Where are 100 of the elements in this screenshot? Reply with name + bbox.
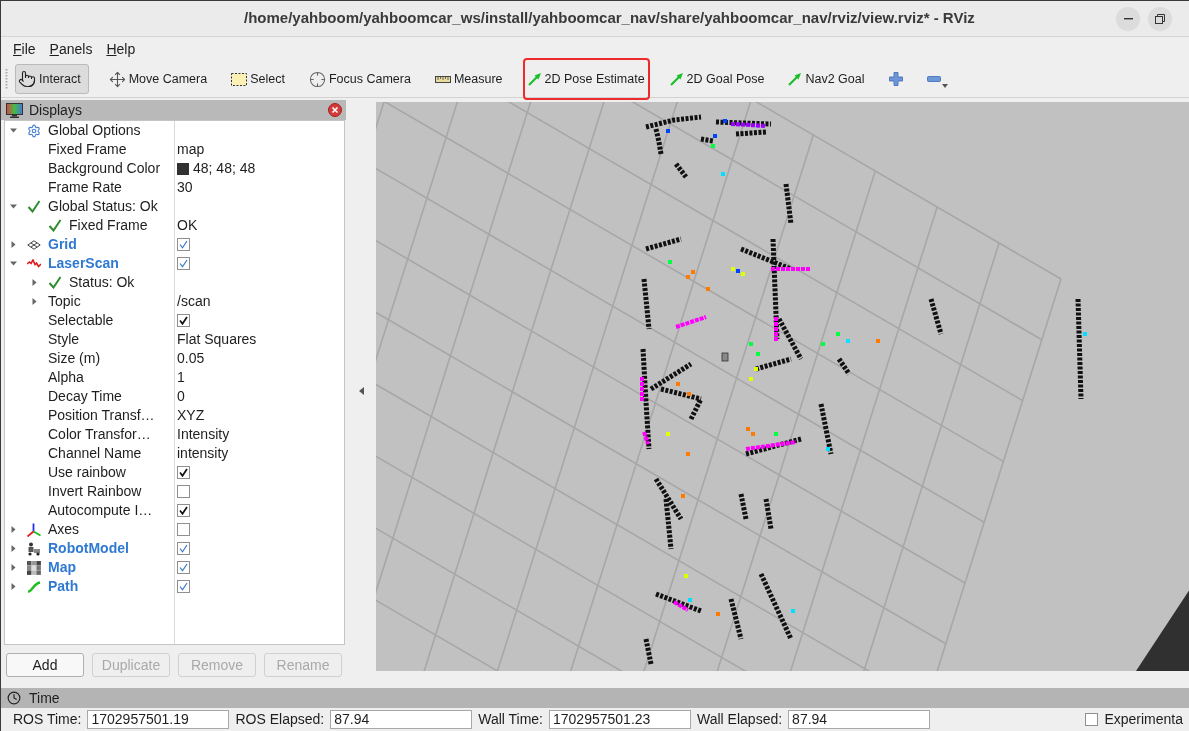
- expand-arrow-icon[interactable]: [9, 526, 17, 533]
- restore-button[interactable]: [1148, 6, 1172, 31]
- property-value: OK: [177, 217, 198, 234]
- panel-title: Time: [29, 688, 60, 708]
- checkbox[interactable]: [177, 561, 190, 574]
- display-name[interactable]: Grid: [48, 236, 77, 253]
- field-label: Wall Elapsed:: [697, 709, 783, 729]
- expand-arrow-icon[interactable]: [9, 127, 17, 134]
- selection-box-icon: [231, 72, 248, 86]
- checkbox[interactable]: [177, 466, 190, 479]
- checkbox[interactable]: [177, 542, 190, 555]
- diagonal-arrow-icon: [669, 72, 684, 86]
- property-name[interactable]: Topic: [48, 293, 81, 310]
- display-name[interactable]: Path: [48, 578, 79, 595]
- diagonal-arrow-icon: [527, 72, 542, 86]
- menu-item[interactable]: Help: [103, 40, 139, 58]
- expand-arrow-icon[interactable]: [9, 583, 17, 590]
- property-name[interactable]: Channel Name: [48, 445, 142, 462]
- property-name[interactable]: Use rainbow: [48, 464, 126, 481]
- checkbox[interactable]: [177, 485, 190, 498]
- expand-arrow-icon[interactable]: [30, 298, 38, 305]
- display-name[interactable]: RobotModel: [48, 540, 129, 557]
- window-title: /home/yahboom/yahboomcar_ws/install/yahboomcar_nav/share/yahboomcar_nav/rviz/view.rviz* - RViz: [244, 8, 975, 29]
- property-name[interactable]: Invert Rainbow: [48, 483, 142, 500]
- property-name[interactable]: Background Color: [48, 160, 161, 177]
- checkbox[interactable]: [177, 238, 190, 251]
- property-name[interactable]: Fixed Frame: [48, 141, 127, 158]
- display-name[interactable]: Axes: [48, 521, 80, 538]
- property-name[interactable]: Status: Ok: [69, 274, 135, 291]
- expand-arrow-icon[interactable]: [30, 279, 38, 286]
- axes-icon: [27, 522, 41, 537]
- property-name[interactable]: Style: [48, 331, 80, 348]
- property-name[interactable]: Alpha: [48, 369, 84, 386]
- move-arrows-icon: [108, 70, 126, 88]
- tool-button[interactable]: Move Camera: [104, 64, 212, 94]
- robot-icon: [27, 541, 41, 556]
- checkmark-icon: [179, 582, 188, 591]
- property-value: XYZ: [177, 407, 205, 424]
- checkbox-label: Experimenta: [1104, 709, 1183, 729]
- property-name[interactable]: Size (m): [48, 350, 101, 367]
- expand-arrow-icon[interactable]: [9, 260, 17, 267]
- caret-icon: [941, 84, 948, 88]
- property-value: 1: [177, 369, 185, 386]
- tool-button[interactable]: 2D Pose Estimate: [522, 58, 650, 100]
- tool-button[interactable]: Measure: [430, 64, 507, 94]
- property-name[interactable]: Autocompute I…: [48, 502, 153, 519]
- tree-item-label[interactable]: Global Status: Ok: [48, 198, 158, 215]
- close-icon[interactable]: [328, 103, 342, 117]
- collapse-arrow-icon[interactable]: [358, 387, 364, 395]
- time-field[interactable]: 1702957501.19: [87, 709, 230, 729]
- tool-button[interactable]: Select: [227, 64, 289, 94]
- property-value: /scan: [177, 293, 211, 310]
- checkmark-icon: [179, 468, 188, 477]
- tool-button[interactable]: 2D Goal Pose: [665, 64, 769, 94]
- time-field[interactable]: 87.94: [330, 709, 473, 729]
- checkmark-icon: [48, 276, 62, 289]
- property-name[interactable]: Frame Rate: [48, 179, 122, 196]
- toolbar-grip-icon[interactable]: [5, 68, 8, 90]
- minimize-icon: [1123, 17, 1133, 20]
- expand-arrow-icon[interactable]: [9, 241, 17, 248]
- minus-icon: [926, 76, 941, 82]
- display-name[interactable]: Map: [48, 559, 76, 576]
- checkbox[interactable]: [177, 523, 190, 536]
- tree-item-label[interactable]: Global Options: [48, 122, 141, 139]
- time-field[interactable]: 1702957501.23: [549, 709, 691, 729]
- expand-arrow-icon[interactable]: [9, 203, 17, 210]
- display-name[interactable]: LaserScan: [48, 255, 119, 272]
- property-name[interactable]: Position Transf…: [48, 407, 155, 424]
- panel-title: Displays: [29, 100, 82, 120]
- time-field[interactable]: 87.94: [788, 709, 931, 729]
- menu-item[interactable]: Panels: [46, 40, 96, 58]
- property-name[interactable]: Decay Time: [48, 388, 122, 405]
- tool-button[interactable]: Interact: [15, 64, 89, 94]
- monitor-icon: [6, 102, 23, 118]
- field-label: Wall Time:: [478, 709, 543, 729]
- hand-pointer-icon: [18, 70, 36, 88]
- checkmark-icon: [179, 259, 188, 268]
- checkbox[interactable]: [177, 504, 190, 517]
- path-curve-icon: [27, 580, 41, 593]
- checkbox[interactable]: [1085, 712, 1099, 726]
- panel-button[interactable]: Add: [6, 653, 84, 677]
- tool-button[interactable]: Nav2 Goal: [784, 64, 869, 94]
- checkbox[interactable]: [177, 314, 190, 327]
- diagonal-arrow-icon: [788, 72, 803, 86]
- map-tiles-icon: [27, 560, 41, 575]
- checkbox[interactable]: [177, 257, 190, 270]
- expand-arrow-icon[interactable]: [9, 545, 17, 552]
- property-name[interactable]: Selectable: [48, 312, 114, 329]
- checkmark-icon: [179, 544, 188, 553]
- property-value: 48; 48; 48: [193, 160, 256, 177]
- menu-item[interactable]: File: [10, 40, 39, 58]
- checkmark-icon: [179, 506, 188, 515]
- property-name[interactable]: Color Transfor…: [48, 426, 151, 443]
- property-name[interactable]: Fixed Frame: [69, 217, 148, 234]
- checkbox[interactable]: [177, 580, 190, 593]
- grid-icon: [27, 239, 41, 250]
- property-value: Intensity: [177, 426, 230, 443]
- property-value: intensity: [177, 445, 229, 462]
- expand-arrow-icon[interactable]: [9, 564, 17, 571]
- tool-button[interactable]: Focus Camera: [304, 64, 415, 94]
